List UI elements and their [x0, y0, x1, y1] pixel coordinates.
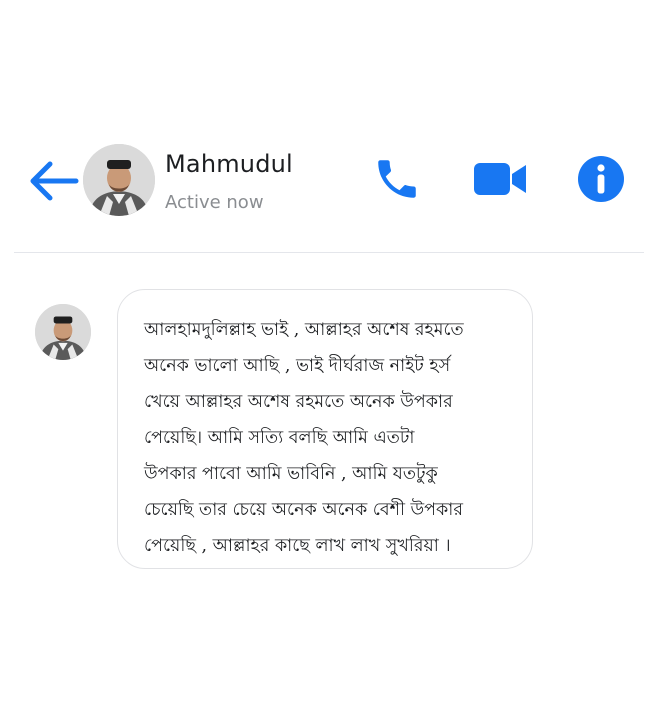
video-call-button[interactable] — [472, 158, 528, 200]
back-button[interactable] — [26, 158, 80, 204]
chat-header: Mahmudul Active now — [0, 140, 655, 250]
arrow-left-icon — [30, 161, 79, 201]
header-divider — [14, 252, 644, 253]
active-status: Active now — [165, 192, 264, 213]
phone-icon — [378, 160, 416, 198]
info-button[interactable] — [576, 154, 626, 204]
contact-avatar[interactable] — [83, 144, 155, 216]
video-camera-icon — [474, 163, 526, 195]
sender-avatar[interactable] — [35, 304, 91, 360]
message-bubble[interactable]: আলহামদুলিল্লাহ ভাই , আল্লাহর অশেষ রহমতে … — [117, 289, 533, 569]
contact-name[interactable]: Mahmudul — [165, 150, 293, 178]
info-icon — [578, 156, 624, 202]
message-text: আলহামদুলিল্লাহ ভাই , আল্লাহর অশেষ রহমতে … — [144, 320, 464, 556]
audio-call-button[interactable] — [372, 154, 422, 204]
